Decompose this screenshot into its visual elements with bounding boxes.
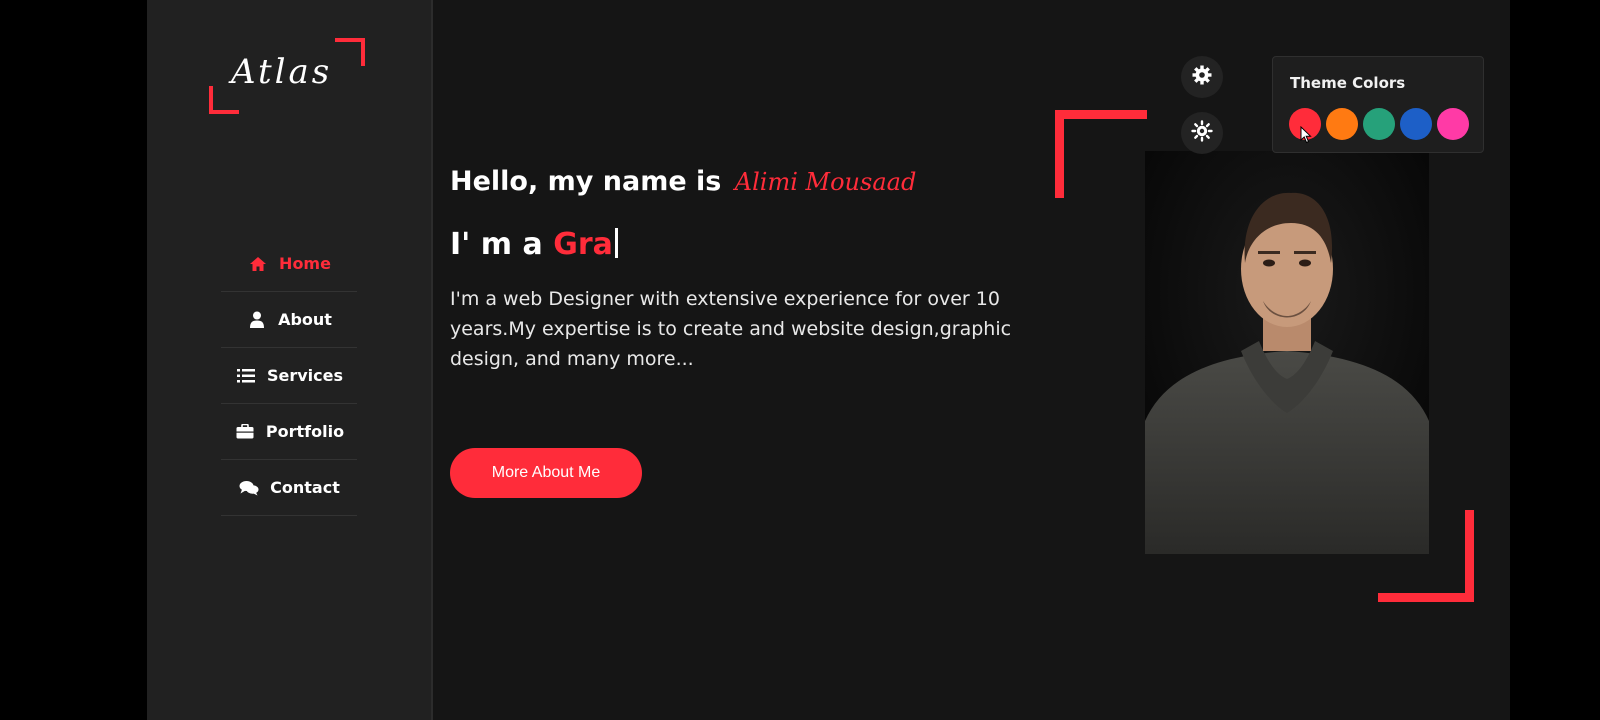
nav-label: Portfolio xyxy=(265,422,345,441)
color-swatch-green[interactable] xyxy=(1363,108,1395,140)
nav-label: About xyxy=(278,310,332,329)
role-prefix: I' m a xyxy=(450,227,543,262)
greeting-line: Hello, my name is Alimi Mousaad xyxy=(450,166,916,197)
hero-description: I'm a web Designer with extensive experi… xyxy=(450,288,1012,370)
profile-photo xyxy=(1145,151,1429,554)
logo[interactable]: Atlas xyxy=(209,38,365,114)
nav-label: Services xyxy=(266,366,344,385)
more-about-me-button[interactable]: More About Me xyxy=(450,448,642,498)
typing-caret xyxy=(614,228,618,258)
home-icon xyxy=(247,256,269,272)
mouse-cursor-icon xyxy=(1300,125,1312,148)
sun-icon xyxy=(1191,120,1213,146)
theme-toggle-button[interactable] xyxy=(1181,112,1223,154)
role-typed-text: Gra xyxy=(553,227,613,262)
list-icon xyxy=(235,368,257,383)
settings-button[interactable] xyxy=(1181,56,1223,98)
greeting-text: Hello, my name is xyxy=(450,166,722,197)
nav-item-portfolio[interactable]: Portfolio xyxy=(221,404,357,460)
briefcase-icon xyxy=(234,424,256,439)
logo-corner-top-right xyxy=(335,38,365,66)
theme-colors-title: Theme Colors xyxy=(1290,74,1406,92)
role-line: I' m a Gra xyxy=(450,227,618,262)
color-swatch-pink[interactable] xyxy=(1437,108,1469,140)
color-swatches xyxy=(1289,108,1469,140)
nav-item-services[interactable]: Services xyxy=(221,348,357,404)
color-swatch-orange[interactable] xyxy=(1326,108,1358,140)
logo-text: Atlas xyxy=(231,52,333,92)
nav-item-about[interactable]: About xyxy=(221,292,357,348)
nav-label: Home xyxy=(279,254,331,273)
user-icon xyxy=(246,311,268,328)
person-name: Alimi Mousaad xyxy=(734,168,917,196)
sidebar: Atlas Home About Services Portfolio Cont… xyxy=(147,0,433,720)
nav-label: Contact xyxy=(270,478,340,497)
main-nav: Home About Services Portfolio Contact xyxy=(221,236,357,516)
page-frame: Atlas Home About Services Portfolio Cont… xyxy=(147,0,1510,720)
nav-item-home[interactable]: Home xyxy=(221,236,357,292)
chat-icon xyxy=(238,480,260,496)
nav-item-contact[interactable]: Contact xyxy=(221,460,357,516)
gear-icon xyxy=(1192,65,1212,89)
photo-corner-top-left xyxy=(1055,110,1147,198)
color-swatch-blue[interactable] xyxy=(1400,108,1432,140)
